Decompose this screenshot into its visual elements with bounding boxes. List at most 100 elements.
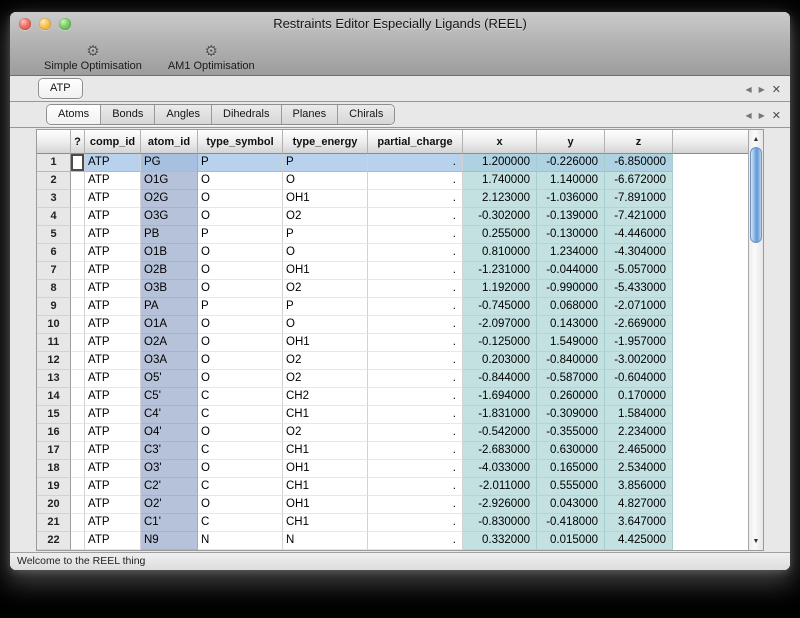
cell-type_energy[interactable]: OH1 (283, 460, 368, 478)
cell-comp_id[interactable]: ATP (85, 460, 141, 478)
cell-q[interactable] (71, 172, 85, 190)
cell-q[interactable] (71, 514, 85, 532)
cell-q[interactable] (71, 478, 85, 496)
cell-type_symbol[interactable]: O (198, 262, 283, 280)
row-header-corner[interactable] (37, 130, 71, 154)
cell-z[interactable]: 0.170000 (605, 388, 673, 406)
cell-q[interactable] (71, 244, 85, 262)
tab-scroll-right-button[interactable]: ▶ (759, 111, 765, 120)
cell-partial_charge[interactable]: . (368, 226, 463, 244)
cell-y[interactable]: -0.355000 (537, 424, 605, 442)
cell-comp_id[interactable]: ATP (85, 532, 141, 550)
cell-x[interactable]: 0.255000 (463, 226, 537, 244)
cell-partial_charge[interactable]: . (368, 190, 463, 208)
row-number[interactable]: 11 (37, 334, 71, 352)
cell-q[interactable] (71, 442, 85, 460)
cell-q[interactable] (71, 334, 85, 352)
row-number[interactable]: 10 (37, 316, 71, 334)
header-comp_id[interactable]: comp_id (85, 130, 141, 154)
table-row[interactable]: 18ATPO3'OOH1.-4.0330000.1650002.534000 (37, 460, 748, 478)
cell-y[interactable]: 1.549000 (537, 334, 605, 352)
cell-comp_id[interactable]: ATP (85, 190, 141, 208)
header-z[interactable]: z (605, 130, 673, 154)
cell-type_symbol[interactable]: C (198, 406, 283, 424)
cell-q[interactable] (71, 370, 85, 388)
cell-y[interactable]: 1.140000 (537, 172, 605, 190)
table-row[interactable]: 12ATPO3AOO2.0.203000-0.840000-3.002000 (37, 352, 748, 370)
header-x[interactable]: x (463, 130, 537, 154)
cell-type_energy[interactable]: O2 (283, 208, 368, 226)
cell-q[interactable] (71, 154, 85, 172)
row-number[interactable]: 22 (37, 532, 71, 550)
row-number[interactable]: 16 (37, 424, 71, 442)
cell-type_symbol[interactable]: N (198, 532, 283, 550)
section-tab-planes[interactable]: Planes (281, 105, 338, 124)
cell-comp_id[interactable]: ATP (85, 298, 141, 316)
table-row[interactable]: 6ATPO1BOO.0.8100001.234000-4.304000 (37, 244, 748, 262)
cell-type_energy[interactable]: P (283, 298, 368, 316)
cell-atom_id[interactable]: O1A (141, 316, 198, 334)
row-number[interactable]: 7 (37, 262, 71, 280)
cell-comp_id[interactable]: ATP (85, 316, 141, 334)
cell-y[interactable]: -0.139000 (537, 208, 605, 226)
cell-q[interactable] (71, 496, 85, 514)
scroll-down-button[interactable]: ▼ (749, 534, 763, 548)
cell-comp_id[interactable]: ATP (85, 496, 141, 514)
cell-y[interactable]: -0.226000 (537, 154, 605, 172)
cell-partial_charge[interactable]: . (368, 154, 463, 172)
cell-type_energy[interactable]: OH1 (283, 334, 368, 352)
cell-y[interactable]: 0.043000 (537, 496, 605, 514)
cell-type_symbol[interactable]: O (198, 424, 283, 442)
cell-type_symbol[interactable]: O (198, 316, 283, 334)
cell-z[interactable]: 1.584000 (605, 406, 673, 424)
scrollbar-thumb[interactable] (750, 147, 762, 243)
row-number[interactable]: 18 (37, 460, 71, 478)
cell-comp_id[interactable]: ATP (85, 388, 141, 406)
cell-x[interactable]: -1.231000 (463, 262, 537, 280)
table-row[interactable]: 2ATPO1GOO.1.7400001.140000-6.672000 (37, 172, 748, 190)
cell-z[interactable]: -7.421000 (605, 208, 673, 226)
cell-atom_id[interactable]: C2' (141, 478, 198, 496)
row-number[interactable]: 15 (37, 406, 71, 424)
cell-y[interactable]: -0.418000 (537, 514, 605, 532)
row-number[interactable]: 20 (37, 496, 71, 514)
cell-z[interactable]: -6.672000 (605, 172, 673, 190)
cell-type_energy[interactable]: OH1 (283, 496, 368, 514)
cell-y[interactable]: 0.068000 (537, 298, 605, 316)
row-number[interactable]: 4 (37, 208, 71, 226)
cell-type_symbol[interactable]: P (198, 226, 283, 244)
cell-z[interactable]: -1.957000 (605, 334, 673, 352)
cell-x[interactable]: -1.831000 (463, 406, 537, 424)
cell-z[interactable]: -0.604000 (605, 370, 673, 388)
cell-q[interactable] (71, 532, 85, 550)
cell-y[interactable]: 0.165000 (537, 460, 605, 478)
cell-y[interactable]: -1.036000 (537, 190, 605, 208)
cell-q[interactable] (71, 298, 85, 316)
cell-comp_id[interactable]: ATP (85, 262, 141, 280)
cell-comp_id[interactable]: ATP (85, 514, 141, 532)
cell-partial_charge[interactable]: . (368, 424, 463, 442)
cell-comp_id[interactable]: ATP (85, 424, 141, 442)
section-tab-bonds[interactable]: Bonds (100, 105, 154, 124)
cell-type_symbol[interactable]: O (198, 280, 283, 298)
cell-type_symbol[interactable]: P (198, 298, 283, 316)
row-number[interactable]: 21 (37, 514, 71, 532)
cell-partial_charge[interactable]: . (368, 208, 463, 226)
cell-partial_charge[interactable]: . (368, 460, 463, 478)
section-tab-chirals[interactable]: Chirals (337, 105, 394, 124)
cell-y[interactable]: 0.143000 (537, 316, 605, 334)
cell-type_energy[interactable]: O2 (283, 424, 368, 442)
cell-q[interactable] (71, 388, 85, 406)
cell-atom_id[interactable]: O3B (141, 280, 198, 298)
cell-comp_id[interactable]: ATP (85, 280, 141, 298)
cell-z[interactable]: 2.234000 (605, 424, 673, 442)
cell-x[interactable]: -2.097000 (463, 316, 537, 334)
cell-type_symbol[interactable]: C (198, 478, 283, 496)
cell-type_symbol[interactable]: O (198, 334, 283, 352)
cell-atom_id[interactable]: O1B (141, 244, 198, 262)
cell-x[interactable]: 0.203000 (463, 352, 537, 370)
table-row[interactable]: 11ATPO2AOOH1.-0.1250001.549000-1.957000 (37, 334, 748, 352)
table-row[interactable]: 22ATPN9NN.0.3320000.0150004.425000 (37, 532, 748, 550)
table-row[interactable]: 19ATPC2'CCH1.-2.0110000.5550003.856000 (37, 478, 748, 496)
cell-atom_id[interactable]: C1' (141, 514, 198, 532)
